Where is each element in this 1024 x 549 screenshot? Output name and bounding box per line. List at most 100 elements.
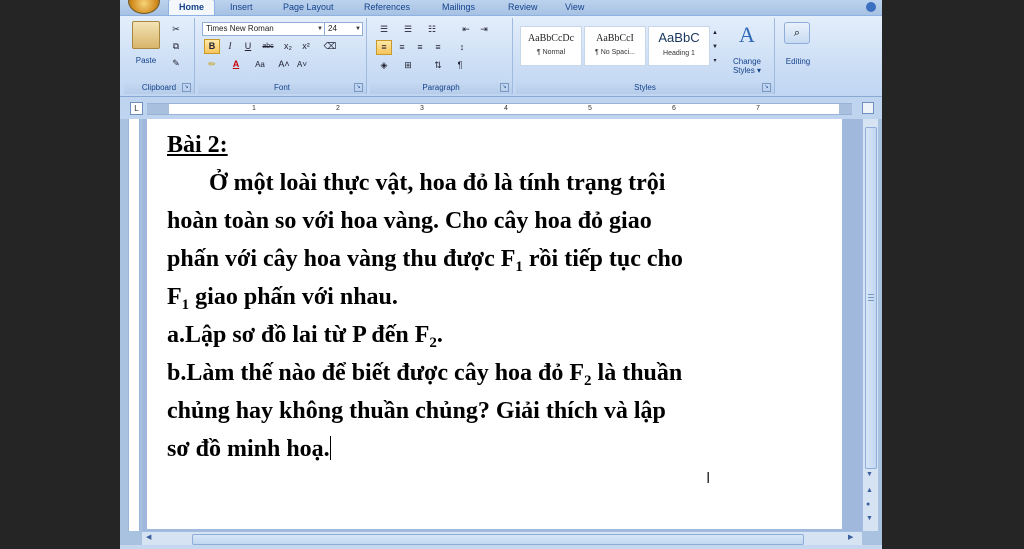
font-launcher-icon[interactable]: ↘ <box>354 83 363 92</box>
cut-icon[interactable]: ✂ <box>168 22 184 37</box>
format-painter-icon[interactable]: ✎ <box>168 56 184 71</box>
ruler-number: 5 <box>588 105 592 112</box>
text-line-5: a.Lập sơ đồ lai từ P đến F2. <box>167 320 443 351</box>
underline-button[interactable]: U <box>240 39 256 54</box>
style-heading-1[interactable]: AaBbC Heading 1 <box>648 26 710 66</box>
vertical-scrollbar[interactable]: ▼ ▲ ● ▼ <box>862 119 878 531</box>
help-icon[interactable] <box>866 2 876 12</box>
text-line-4-b: giao phấn với nhau. <box>189 284 398 310</box>
show-marks-icon[interactable]: ¶ <box>452 58 468 73</box>
text-line-5-b: . <box>436 322 443 348</box>
paste-button[interactable]: Paste <box>130 56 162 65</box>
tab-view[interactable]: View <box>565 0 584 14</box>
ruler-number: 6 <box>672 105 676 112</box>
tab-references[interactable]: References <box>364 0 410 14</box>
bold-button[interactable]: B <box>204 39 220 54</box>
text-line-3: phấn với cây hoa vàng thu được F1 rồi ti… <box>167 244 683 275</box>
line-spacing-icon[interactable]: ↕ <box>454 40 470 55</box>
document-title: Bài 2: <box>167 132 228 158</box>
styles-launcher-icon[interactable]: ↘ <box>762 83 771 92</box>
grip-line <box>868 294 874 295</box>
text-line-4: F1 giao phấn với nhau. <box>167 282 398 313</box>
text-line-8: sơ đồ minh hoạ. <box>167 434 331 464</box>
clipboard-launcher-icon[interactable]: ↘ <box>182 83 191 92</box>
ruler-left-margin <box>147 104 169 114</box>
style-heading-1-name: Heading 1 <box>663 50 695 57</box>
tab-home[interactable]: Home <box>168 0 216 15</box>
ruler-track[interactable]: 1 2 3 4 5 6 7 <box>147 103 852 115</box>
status-bar <box>120 545 882 549</box>
ribbon: Paste ✂ ⧉ ✎ Clipboard ↘ Times New Roman ▼… <box>120 15 882 97</box>
strikethrough-button[interactable]: abc <box>260 39 276 54</box>
decrease-indent-icon[interactable]: ⇤ <box>458 22 474 37</box>
text-line-5-a: a.Lập sơ đồ lai từ P đến F <box>167 322 430 348</box>
tab-review[interactable]: Review <box>508 0 538 14</box>
select-browse-object-icon[interactable]: ● <box>866 501 870 508</box>
change-case-icon[interactable]: Aa <box>252 57 268 72</box>
ibeam-cursor-icon: I <box>706 470 711 487</box>
word-window: Home Insert Page Layout References Maili… <box>120 0 882 549</box>
copy-icon[interactable]: ⧉ <box>168 39 184 54</box>
right-black-bar <box>882 0 1024 549</box>
subscript-button[interactable]: x₂ <box>280 39 296 54</box>
style-normal[interactable]: AaBbCcDc ¶ Normal <box>520 26 582 66</box>
borders-icon[interactable]: ⊞ <box>400 58 416 73</box>
subscript-2: 2 <box>584 373 592 389</box>
scroll-down-icon[interactable]: ▼ <box>866 471 873 478</box>
shading-icon[interactable]: ◈ <box>376 58 392 73</box>
font-family-select[interactable]: Times New Roman ▼ <box>202 22 325 36</box>
view-ruler-icon[interactable] <box>862 102 874 114</box>
vertical-scroll-thumb[interactable] <box>865 127 877 469</box>
font-size-value: 24 <box>328 24 337 33</box>
tab-page-layout[interactable]: Page Layout <box>283 0 334 14</box>
font-size-select[interactable]: 24 ▼ <box>324 22 363 36</box>
numbering-icon[interactable]: ☰ <box>400 22 416 37</box>
change-styles-icon: A <box>739 22 755 47</box>
subscript-2: 2 <box>429 335 437 351</box>
increase-indent-icon[interactable]: ⇥ <box>476 22 492 37</box>
sort-icon[interactable]: ⇅ <box>430 58 446 73</box>
italic-button[interactable]: I <box>222 39 238 54</box>
grow-font-icon[interactable]: A˄ <box>276 57 292 72</box>
office-button[interactable] <box>128 0 160 14</box>
tab-mailings[interactable]: Mailings <box>442 0 475 14</box>
scroll-right-icon[interactable]: ▶ <box>848 533 853 541</box>
justify-button[interactable]: ≡ <box>430 40 446 55</box>
previous-page-icon[interactable]: ▲ <box>866 487 873 494</box>
text-line-3-a: phấn với cây hoa vàng thu được F <box>167 246 516 272</box>
font-color-icon[interactable]: A <box>228 57 244 72</box>
left-black-bar <box>0 0 120 549</box>
style-no-spacing[interactable]: AaBbCcI ¶ No Spaci... <box>584 26 646 66</box>
find-binoculars-icon: ⌕ <box>784 22 810 44</box>
next-page-icon[interactable]: ▼ <box>866 515 873 522</box>
highlight-icon[interactable]: ✏ <box>204 57 220 72</box>
text-line-3-b: rồi tiếp tục cho <box>522 246 683 272</box>
shrink-font-icon[interactable]: A˅ <box>294 57 310 72</box>
vertical-ruler <box>128 119 140 531</box>
multilevel-list-icon[interactable]: ☷ <box>424 22 440 37</box>
document-page[interactable]: Bài 2: Ở một loài thực vật, hoa đỏ là tí… <box>147 119 842 529</box>
tab-selector-icon[interactable]: L <box>130 102 143 115</box>
align-center-button[interactable]: ≡ <box>394 40 410 55</box>
text-line-6: b.Làm thế nào để biết được cây hoa đỏ F2… <box>167 358 682 389</box>
editing-button[interactable]: Editing <box>778 57 818 66</box>
styles-scroll-down-icon[interactable]: ▼ <box>710 40 720 55</box>
change-styles-chevron-icon: ▾ <box>757 66 762 75</box>
bullets-icon[interactable]: ☰ <box>376 22 392 37</box>
horizontal-scroll-thumb[interactable] <box>192 534 804 545</box>
scroll-left-icon[interactable]: ◀ <box>146 533 151 541</box>
text-caret <box>329 436 331 460</box>
tab-insert[interactable]: Insert <box>230 0 253 14</box>
grip-line <box>868 300 874 301</box>
styles-more-icon[interactable]: ▾ <box>710 54 720 69</box>
styles-scroll-up-icon[interactable]: ▲ <box>710 26 720 41</box>
clear-format-icon[interactable]: ⌫ <box>322 39 338 54</box>
align-right-button[interactable]: ≡ <box>412 40 428 55</box>
paragraph-launcher-icon[interactable]: ↘ <box>500 83 509 92</box>
superscript-button[interactable]: x² <box>298 39 314 54</box>
horizontal-scrollbar[interactable]: ◀ ▶ <box>142 531 862 546</box>
change-styles-button[interactable]: Change Styles ▾ <box>724 57 770 75</box>
align-left-button[interactable]: ≡ <box>376 40 392 55</box>
ruler-number: 2 <box>336 105 340 112</box>
ruler-number: 4 <box>504 105 508 112</box>
